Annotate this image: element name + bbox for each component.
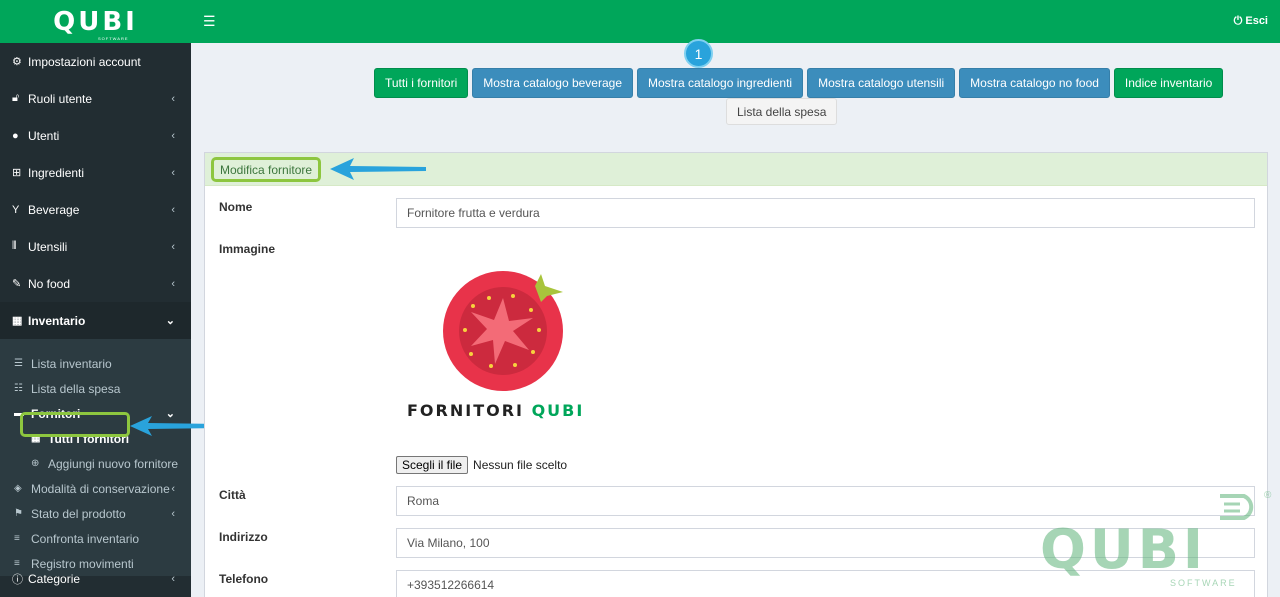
plus-circle-icon: ⊕: [31, 458, 40, 469]
top-bar: ☰ ⏻ Esci: [191, 0, 1280, 43]
list-ol-icon: ☷: [14, 383, 23, 394]
hamburger-icon[interactable]: ☰: [203, 13, 216, 30]
telefono-label: Telefono: [219, 572, 269, 586]
gear-icon: ⚙: [12, 56, 22, 68]
sidebar-item-ruoli[interactable]: 🔓︎ Ruoli utente ‹: [0, 80, 191, 117]
choose-file-button[interactable]: Scegli il file: [396, 456, 469, 474]
catalogo-utensili-button[interactable]: Mostra catalogo utensili: [807, 68, 956, 98]
sidebar-item-label: No food: [28, 276, 71, 291]
sidebar-item-ingredienti[interactable]: ⊞ Ingredienti ‹: [0, 154, 191, 191]
catalogo-nofood-button[interactable]: Mostra catalogo no food: [959, 68, 1110, 98]
sidebar-item-label: Ingredienti: [28, 165, 85, 180]
watermark-text: QUBI: [1040, 518, 1208, 581]
callout-arrow-panel: [330, 158, 426, 180]
chevron-down-icon: ⌄: [165, 315, 175, 327]
sidebar-item-label: Categorie: [28, 572, 81, 586]
sidebar-item-categorie[interactable]: ⓘ Categorie ‹: [0, 561, 191, 597]
supplier-logo-image: [443, 271, 563, 391]
sidebar-item-utensili[interactable]: ⫴ Utensili ‹: [0, 228, 191, 265]
sidebar-item-impostazioni[interactable]: ⚙ Impostazioni account: [0, 43, 191, 80]
logo-text: QUBI: [53, 6, 138, 37]
sidebar-item-label: Utenti: [28, 128, 60, 143]
sidebar-subitem-stato-prodotto[interactable]: ⚑ Stato del prodotto ‹: [0, 501, 191, 526]
sidebar-subitem-conservazione[interactable]: ◈ Modalità di conservazione ‹: [0, 476, 191, 501]
sidebar-item-nofood[interactable]: ✎ No food ‹: [0, 265, 191, 302]
step-badge: 1: [684, 39, 713, 68]
caption-part-fornitori: FORNITORI: [407, 401, 532, 420]
qubi-mark-icon: [1220, 494, 1254, 520]
watermark-subtitle: SOFTWARE: [1170, 578, 1237, 588]
list-icon: ☰: [14, 358, 23, 369]
chevron-left-icon: ‹: [171, 482, 175, 495]
highlight-box-sidebar: [20, 412, 130, 437]
unlock-icon: 🔓︎: [12, 92, 20, 104]
logout-button[interactable]: ⏻ Esci: [1234, 15, 1268, 28]
citta-label: Città: [219, 488, 246, 502]
sidebar-item-label: Utensili: [28, 239, 68, 254]
sidebar-item-inventario[interactable]: ▦ Inventario ⌄: [0, 302, 191, 339]
registered-mark: ®: [1264, 490, 1272, 501]
sidebar-subitem-label: Modalità di conservazione: [31, 481, 170, 496]
chevron-left-icon: ‹: [171, 240, 175, 253]
chevron-left-icon: ‹: [171, 203, 175, 216]
catalogo-beverage-button[interactable]: Mostra catalogo beverage: [472, 68, 633, 98]
logo-subtitle: SOFTWARE: [98, 36, 129, 41]
chevron-left-icon: ‹: [171, 507, 175, 520]
sidebar-item-label: Impostazioni account: [28, 54, 141, 69]
sidebar-subitem-lista-inventario[interactable]: ☰ Lista inventario: [0, 351, 191, 376]
cutlery-icon: ⫴: [12, 240, 17, 252]
indice-inventario-button[interactable]: Indice inventario: [1113, 68, 1224, 98]
wrench-icon: ✎: [12, 278, 22, 290]
sidebar-item-label: Ruoli utente: [28, 91, 93, 106]
file-upload: Scegli il file Nessun file scelto: [396, 456, 567, 474]
sidebar-subitem-label: Aggiungi nuovo fornitore: [48, 456, 179, 471]
nome-input[interactable]: Fornitore frutta e verdura: [396, 198, 1255, 228]
sidebar-item-beverage[interactable]: Y Beverage ‹: [0, 191, 191, 228]
chevron-left-icon: ‹: [171, 92, 175, 105]
sidebar: QUBI SOFTWARE ⚙ Impostazioni account 🔓︎ …: [0, 0, 191, 597]
bars-icon: ≡: [14, 533, 20, 544]
user-icon: ●: [12, 129, 19, 142]
indirizzo-label: Indirizzo: [219, 530, 268, 544]
sidebar-subitem-label: Lista inventario: [31, 356, 112, 371]
tutti-fornitori-button[interactable]: Tutti i fornitori: [374, 68, 469, 98]
panel-title: Modifica fornitore: [211, 157, 322, 182]
sidebar-subitem-confronta[interactable]: ≡ Confronta inventario: [0, 526, 191, 551]
logout-label: Esci: [1245, 15, 1268, 27]
sidebar-item-label: Beverage: [28, 202, 80, 217]
catalog-toolbar: Tutti i fornitori Mostra catalogo bevera…: [374, 68, 1224, 98]
chevron-left-icon: ‹: [171, 129, 175, 142]
app-logo[interactable]: QUBI SOFTWARE: [0, 0, 191, 43]
sidebar-subitem-aggiungi-fornitore[interactable]: ⊕ Aggiungi nuovo fornitore: [0, 451, 191, 476]
table-icon: ▦: [12, 315, 23, 327]
sidebar-item-utenti[interactable]: ● Utenti ‹: [0, 117, 191, 154]
sidebar-subitem-label: Confronta inventario: [31, 531, 140, 546]
chevron-left-icon: ‹: [171, 277, 175, 290]
flag-icon: ⚑: [14, 508, 23, 519]
sidebar-subitem-label: Stato del prodotto: [31, 506, 126, 521]
lista-spesa-button[interactable]: Lista della spesa: [726, 98, 838, 125]
supplier-logo-caption: FORNITORI QUBI: [407, 401, 584, 420]
sidebar-subitem-label: Lista della spesa: [31, 381, 121, 396]
sidebar-subitem-lista-spesa[interactable]: ☷ Lista della spesa: [0, 376, 191, 401]
sidebar-item-label: Inventario: [28, 313, 86, 328]
immagine-label: Immagine: [219, 242, 276, 256]
info-circle-icon: ⓘ: [12, 574, 23, 586]
file-status: Nessun file scelto: [473, 458, 568, 472]
cube-icon: ◈: [14, 483, 22, 494]
filter-icon: Y: [12, 203, 20, 216]
catalogo-ingredienti-button[interactable]: Mostra catalogo ingredienti: [637, 68, 804, 98]
caption-part-qubi: QUBI: [531, 401, 585, 420]
chevron-left-icon: ‹: [171, 573, 175, 585]
chevron-left-icon: ‹: [171, 166, 175, 179]
qubi-watermark: ® QUBI SOFTWARE: [1040, 490, 1275, 595]
inventario-submenu: ☰ Lista inventario ☷ Lista della spesa ▬…: [0, 339, 191, 576]
sitemap-icon: ⊞: [12, 167, 22, 179]
nome-label: Nome: [219, 200, 253, 214]
